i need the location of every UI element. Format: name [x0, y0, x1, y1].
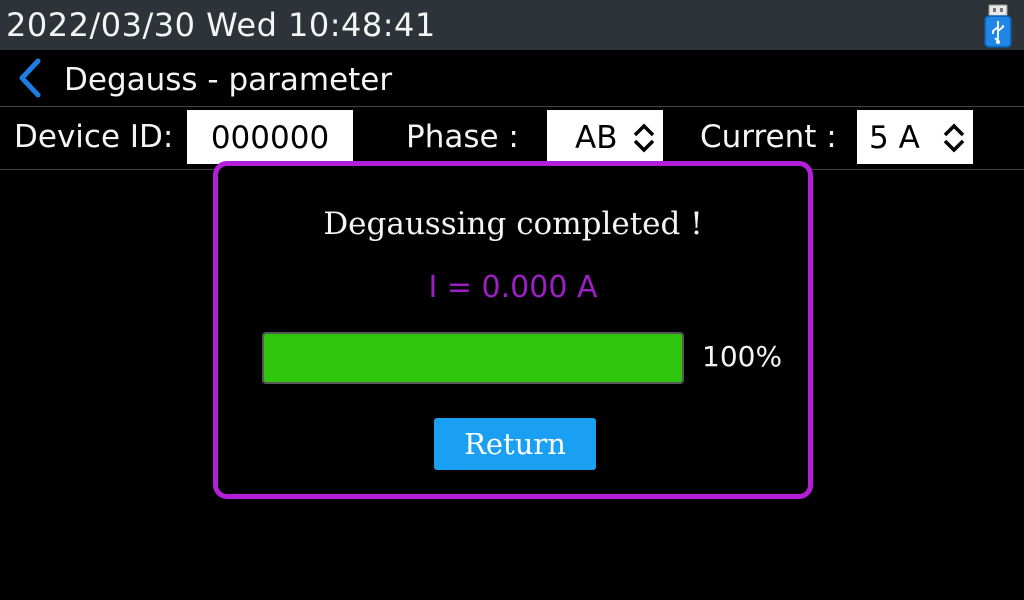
degauss-complete-dialog: Degaussing completed ! I = 0.000 A 100% …	[213, 161, 813, 499]
status-bar: 2022/03/30 Wed 10:48:41	[0, 0, 1024, 50]
current-value: 5 A	[869, 120, 920, 156]
title-bar: Degauss - parameter	[0, 50, 1024, 107]
device-id-label: Device ID:	[14, 119, 174, 155]
phase-value: AB	[575, 120, 618, 156]
current-label: Current :	[700, 119, 837, 155]
page-title: Degauss - parameter	[64, 62, 393, 98]
usb-drive-icon	[984, 4, 1012, 48]
progress-percent: 100%	[702, 340, 783, 373]
current-reading: I = 0.000 A	[428, 270, 598, 305]
phase-select[interactable]: AB	[547, 110, 663, 164]
progress-bar	[262, 332, 684, 384]
up-down-arrows-icon[interactable]	[633, 123, 655, 153]
return-button[interactable]: Return	[434, 418, 596, 470]
progress-fill	[264, 334, 682, 382]
current-select[interactable]: 5 A	[857, 110, 973, 164]
datetime-display: 2022/03/30 Wed 10:48:41	[6, 6, 436, 44]
phase-label: Phase :	[406, 119, 519, 155]
device-id-field[interactable]: 000000	[187, 110, 353, 164]
chevron-left-icon[interactable]	[14, 58, 50, 98]
up-down-arrows-icon[interactable]	[943, 123, 965, 153]
dialog-message: Degaussing completed !	[323, 206, 703, 242]
device-id-value: 000000	[210, 120, 330, 156]
